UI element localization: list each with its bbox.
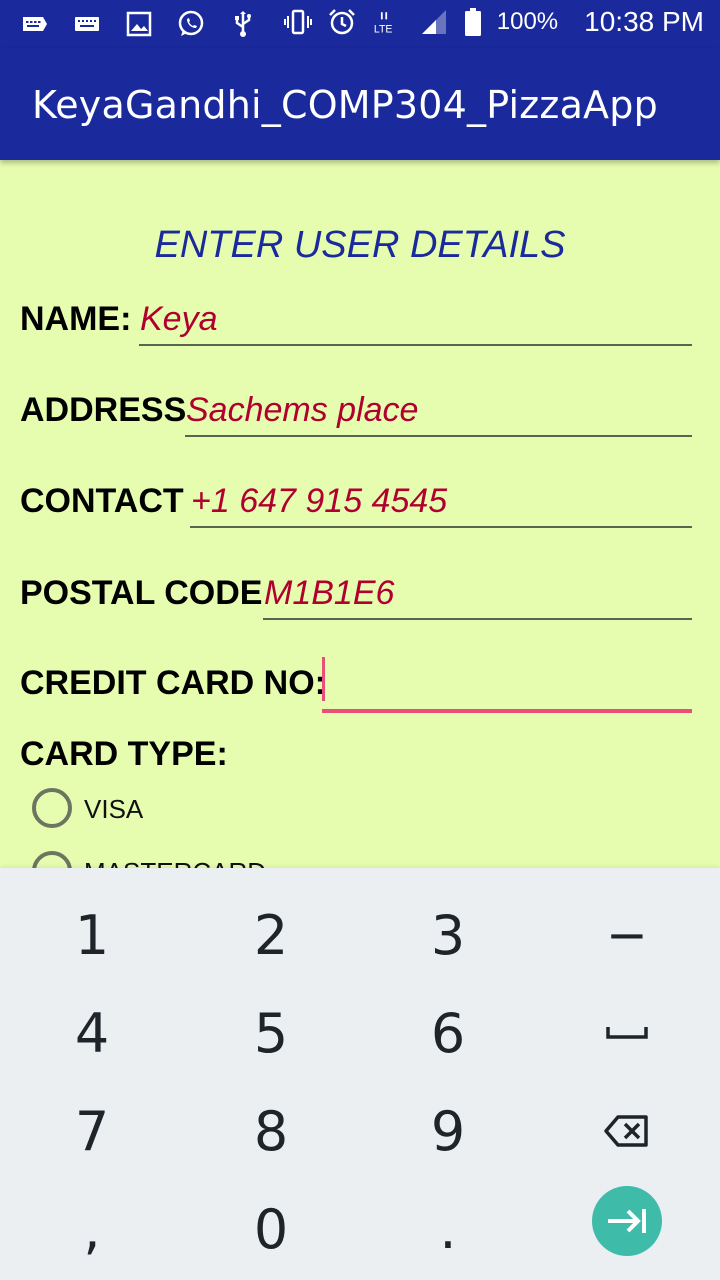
credit-card-field-underline (322, 709, 692, 713)
input-method-icon (72, 8, 102, 40)
key-6[interactable]: 6 (358, 984, 538, 1082)
name-field[interactable]: Keya (140, 300, 218, 339)
battery-percent: 100% (496, 8, 559, 35)
postal-code-label: POSTAL CODE (20, 574, 263, 612)
key-7[interactable]: 7 (2, 1082, 182, 1180)
credit-card-label: CREDIT CARD NO: (20, 664, 326, 702)
text-cursor (322, 657, 325, 701)
alarm-icon (327, 6, 357, 38)
whatsapp-icon (176, 8, 206, 40)
cell-signal-icon (419, 6, 449, 38)
battery-icon (463, 6, 483, 38)
name-label: NAME: (20, 300, 132, 338)
next-button[interactable] (592, 1186, 662, 1256)
key-5[interactable]: 5 (181, 984, 361, 1082)
contact-label: CONTACT (20, 482, 184, 520)
key-minus[interactable]: − (537, 886, 717, 984)
visa-radio-label[interactable]: VISA (84, 794, 143, 825)
key-4[interactable]: 4 (2, 984, 182, 1082)
key-2[interactable]: 2 (181, 886, 361, 984)
backspace-key[interactable] (537, 1082, 717, 1180)
app-bar: KeyaGandhi_COMP304_PizzaApp (0, 48, 720, 160)
user-details-form: ENTER USER DETAILS NAME: Keya ADDRESS Sa… (0, 160, 720, 891)
address-field[interactable]: Sachems place (186, 391, 418, 430)
app-title: KeyaGandhi_COMP304_PizzaApp (32, 83, 658, 127)
numeric-keyboard: 1 2 3 − 4 5 6 7 8 9 , 0 . (0, 868, 720, 1280)
credit-card-field[interactable] (326, 664, 692, 708)
card-type-label: CARD TYPE: (20, 735, 228, 773)
key-1[interactable]: 1 (2, 886, 182, 984)
contact-field[interactable]: +1 647 915 4545 (191, 482, 447, 521)
backspace-icon (604, 1115, 648, 1147)
space-icon (606, 1027, 648, 1039)
key-3[interactable]: 3 (358, 886, 538, 984)
form-heading: ENTER USER DETAILS (154, 224, 566, 266)
name-field-underline (139, 344, 692, 346)
space-key[interactable] (537, 984, 717, 1082)
contact-field-underline (190, 526, 692, 528)
postal-code-field[interactable]: M1B1E6 (264, 574, 394, 613)
address-field-underline (185, 435, 692, 437)
next-key[interactable] (537, 1172, 717, 1270)
address-label: ADDRESS (20, 391, 187, 429)
postal-code-field-underline (263, 618, 692, 620)
vibrate-icon (283, 6, 313, 38)
clock: 10:38 PM (584, 6, 704, 37)
svg-text:LTE: LTE (374, 24, 393, 36)
lte-signal-icon: LTE (371, 6, 405, 38)
key-0[interactable]: 0 (181, 1180, 361, 1278)
key-comma[interactable]: , (2, 1180, 182, 1278)
key-9[interactable]: 9 (358, 1082, 538, 1180)
status-bar: LTE 100% 10:38 PM (0, 0, 720, 48)
image-icon (124, 8, 154, 40)
keyboard-notification-icon (20, 8, 50, 40)
key-8[interactable]: 8 (181, 1082, 361, 1180)
visa-radio[interactable] (32, 788, 72, 828)
next-icon (608, 1209, 646, 1233)
key-period[interactable]: . (358, 1180, 538, 1278)
usb-icon (228, 8, 258, 40)
